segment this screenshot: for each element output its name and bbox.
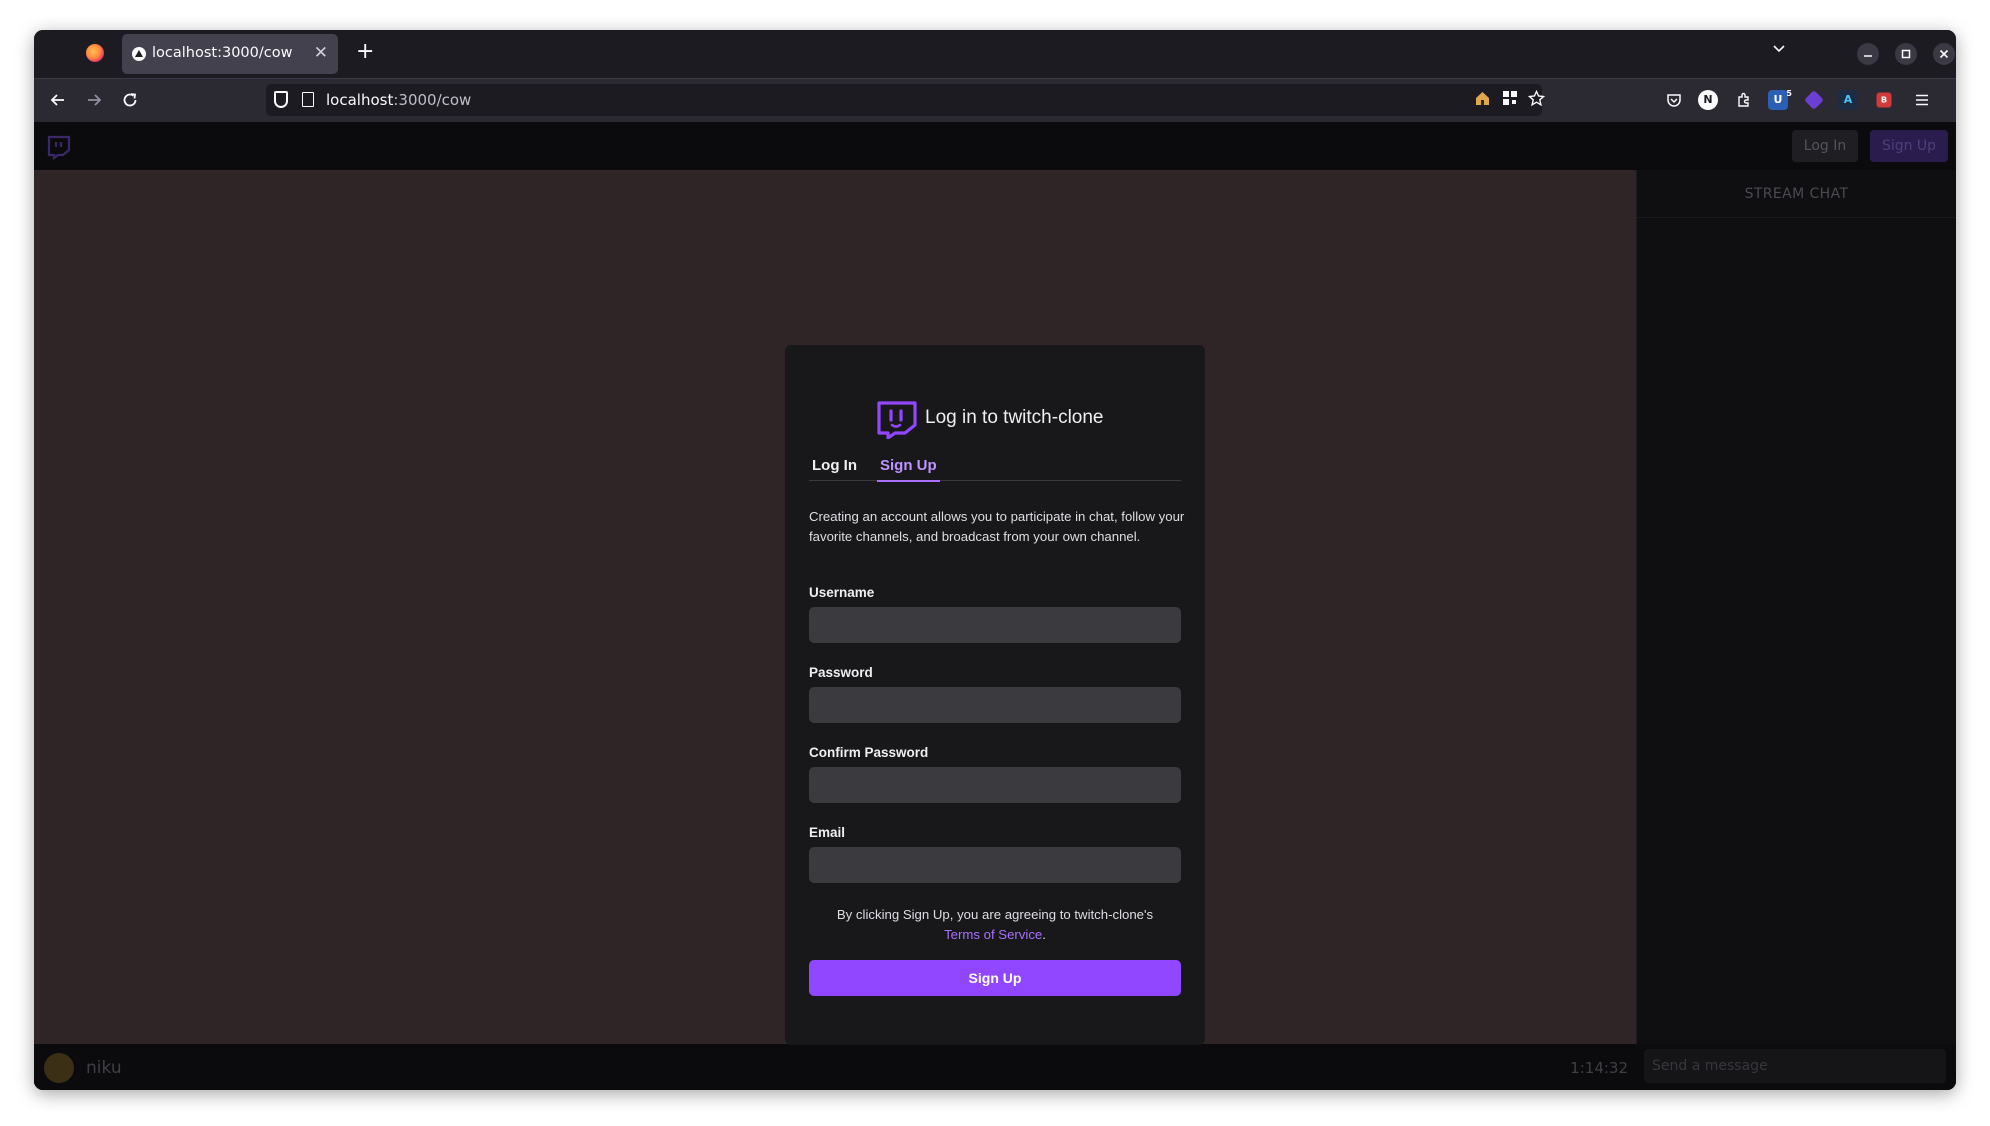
extension-red-icon[interactable]: B [1876, 92, 1892, 108]
stream-info-bar: niku 1:14:32 [34, 1044, 1636, 1090]
confirm-password-label: Confirm Password [809, 745, 929, 760]
extension-am-icon[interactable]: A [1838, 90, 1858, 110]
terms-suffix: . [1042, 927, 1046, 942]
twitch-logo-icon[interactable] [46, 134, 72, 160]
browser-tab[interactable]: localhost:3000/cow ✕ [122, 34, 338, 74]
modal-title: Log in to twitch-clone [925, 407, 1104, 428]
reload-icon[interactable] [118, 88, 142, 112]
tab-signup[interactable]: Sign Up [877, 457, 940, 482]
tab-title: localhost:3000/cow [152, 45, 293, 61]
extension-purple-icon[interactable] [1804, 90, 1824, 110]
firefox-icon[interactable] [86, 44, 104, 62]
qr-icon[interactable] [1502, 90, 1518, 110]
chat-message-input[interactable] [1644, 1049, 1946, 1083]
ublock-icon[interactable]: U5 [1768, 89, 1792, 110]
password-field[interactable] [809, 687, 1181, 723]
maximize-icon[interactable] [1895, 43, 1917, 65]
signup-submit-button[interactable]: Sign Up [809, 960, 1181, 996]
browser-window: localhost:3000/cow ✕ + localhost:3000/co… [34, 30, 1956, 1090]
ublock-badge: 5 [1786, 89, 1792, 98]
tab-login[interactable]: Log In [809, 457, 860, 480]
auth-tabs: Log In Sign Up [809, 457, 1181, 482]
list-all-tabs-icon[interactable] [1772, 40, 1786, 58]
email-label: Email [809, 825, 846, 840]
new-tab-button[interactable]: + [356, 39, 374, 65]
chat-panel: STREAM CHAT [1636, 170, 1956, 1044]
terms-notice: By clicking Sign Up, you are agreeing to… [785, 905, 1205, 945]
streamer-name[interactable]: niku [86, 1058, 122, 1078]
close-window-icon[interactable] [1933, 43, 1955, 65]
page-icon[interactable] [302, 92, 314, 107]
url-host: localhost [326, 91, 394, 109]
app-header: Log In Sign Up [34, 122, 1956, 170]
menu-icon[interactable] [1910, 88, 1934, 112]
auth-modal: Log in to twitch-clone Log In Sign Up Cr… [785, 345, 1205, 1045]
terms-prefix: By clicking Sign Up, you are agreeing to… [836, 907, 1154, 922]
username-field[interactable] [809, 607, 1181, 643]
signup-description: Creating an account allows you to partic… [809, 509, 1185, 544]
header-signup-button[interactable]: Sign Up [1870, 130, 1948, 162]
back-icon[interactable] [46, 88, 70, 112]
confirm-password-field[interactable] [809, 767, 1181, 803]
stream-uptime: 1:14:32 [1570, 1059, 1628, 1077]
avatar[interactable] [44, 1053, 74, 1083]
url-text[interactable]: localhost:3000/cow [326, 91, 471, 109]
shield-icon[interactable] [274, 91, 288, 108]
navigation-bar: localhost:3000/cow N U5 A B [34, 78, 1956, 122]
email-field[interactable] [809, 847, 1181, 883]
chat-input-area [1636, 1044, 1956, 1090]
notion-icon[interactable]: N [1698, 90, 1718, 110]
tab-strip: localhost:3000/cow ✕ + [34, 30, 1956, 78]
extensions-icon[interactable] [1732, 88, 1756, 112]
modal-header: Log in to twitch-clone [785, 399, 1205, 439]
bookmark-star-icon[interactable] [1527, 89, 1546, 111]
password-label: Password [809, 665, 873, 680]
app-viewport: Log In Sign Up STREAM CHAT niku 1:14:32 … [34, 122, 1956, 1090]
url-path: :3000/cow [393, 91, 472, 109]
chat-title: STREAM CHAT [1637, 170, 1956, 218]
twitch-logo-icon [877, 401, 917, 439]
forward-icon[interactable] [82, 88, 106, 112]
address-bar[interactable]: localhost:3000/cow [266, 84, 1546, 116]
pocket-icon[interactable] [1662, 88, 1686, 112]
home-icon[interactable] [1474, 90, 1491, 111]
header-login-button[interactable]: Log In [1792, 130, 1858, 162]
minimize-icon[interactable] [1857, 43, 1879, 65]
close-tab-icon[interactable]: ✕ [314, 43, 328, 63]
username-label: Username [809, 585, 875, 600]
terms-of-service-link[interactable]: Terms of Service [944, 927, 1042, 942]
site-favicon-icon [132, 47, 146, 61]
